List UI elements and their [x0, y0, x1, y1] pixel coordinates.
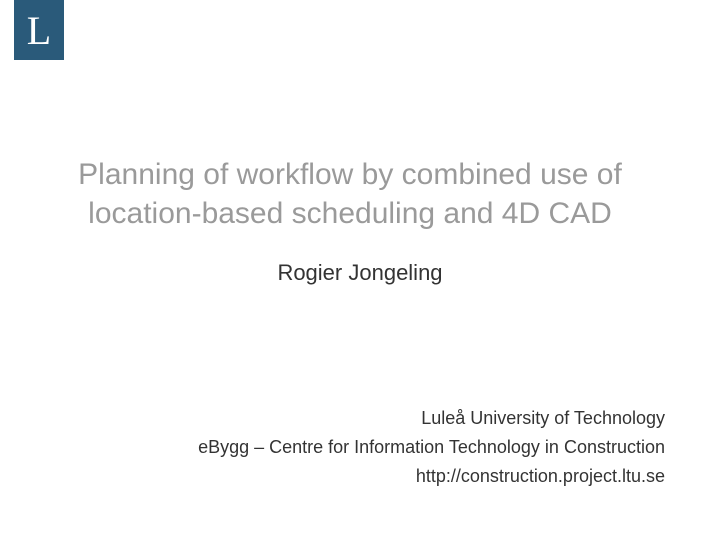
affiliation-url: http://construction.project.ltu.se	[198, 463, 665, 490]
logo-letter: L	[27, 7, 51, 54]
university-logo: L	[14, 0, 64, 60]
presentation-title: Planning of workflow by combined use of …	[40, 155, 660, 233]
affiliation-centre: eBygg – Centre for Information Technolog…	[198, 434, 665, 461]
affiliation-university: Luleå University of Technology	[198, 405, 665, 432]
author-name: Rogier Jongeling	[0, 260, 720, 286]
affiliation-block: Luleå University of Technology eBygg – C…	[198, 403, 665, 490]
